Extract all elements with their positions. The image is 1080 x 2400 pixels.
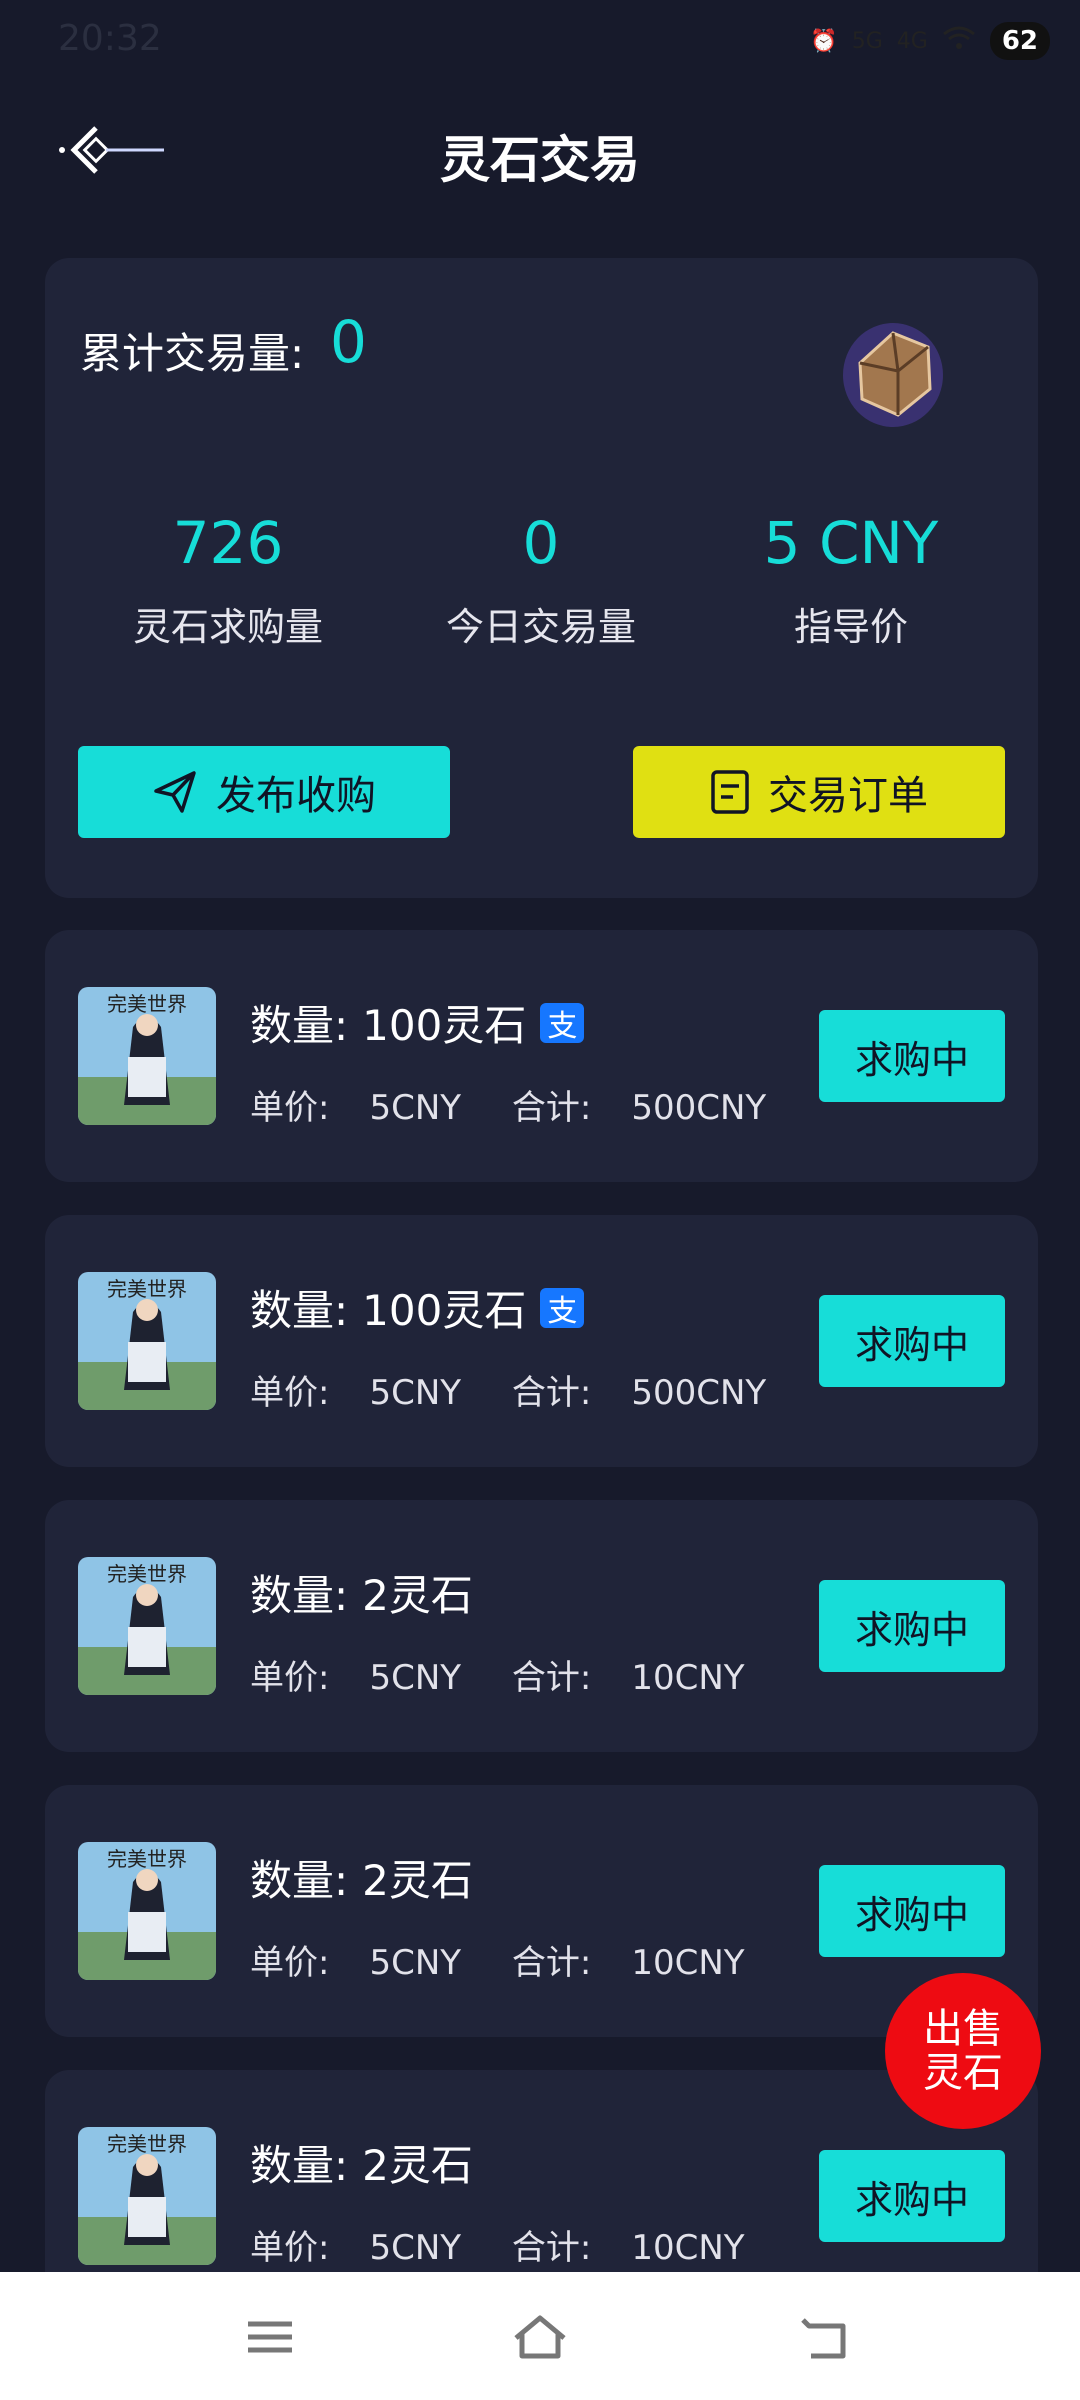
purchasing-status-button[interactable]: 求购中	[819, 1010, 1005, 1102]
stat-label: 指导价	[793, 605, 908, 649]
quantity: 数量: 2灵石	[250, 1847, 473, 1908]
quantity-value: 100灵石	[362, 1001, 527, 1050]
alipay-icon: 支	[540, 1002, 585, 1044]
total-volume-label: 累计交易量:	[80, 329, 305, 378]
status-bar: 20:32 ⏰ 5G 4G 62	[0, 0, 1080, 80]
total-label: 合计:	[511, 2228, 592, 2268]
stat-purchase-volume: 726 灵石求购量	[78, 508, 378, 651]
stat-label: 灵石求购量	[132, 605, 323, 649]
alarm-icon: ⏰	[810, 28, 838, 54]
unit-price-label: 单价:	[250, 1088, 330, 1128]
stat-today-volume: 0 今日交易量	[391, 508, 691, 651]
listing-row: 完美世界 数量: 2灵石 单价: 5CNY 合计: 10CNY 求购中	[45, 1500, 1038, 1752]
send-icon	[154, 771, 196, 813]
unit-price-value: 5CNY	[369, 1373, 462, 1413]
fab-line-2: 灵石	[923, 2050, 1003, 2096]
trade-orders-button[interactable]: 交易订单	[633, 746, 1005, 838]
back-nav-icon[interactable]	[795, 2312, 855, 2362]
total-value: 10CNY	[631, 1943, 745, 1983]
game-thumbnail: 完美世界	[78, 1842, 216, 1980]
total-label: 合计:	[511, 1088, 592, 1128]
publish-purchase-button[interactable]: 发布收购	[78, 746, 450, 838]
total-label: 合计:	[511, 1373, 592, 1413]
unit-price-label: 单价:	[250, 1373, 330, 1413]
svg-text:完美世界: 完美世界	[107, 2132, 187, 2156]
menu-icon[interactable]	[240, 2312, 300, 2362]
battery-badge: 62	[989, 22, 1050, 60]
total-value: 500CNY	[631, 1088, 767, 1128]
spirit-stone-icon	[843, 323, 943, 427]
total-label: 合计:	[511, 1658, 592, 1698]
total-label: 合计:	[511, 1943, 592, 1983]
listing-row: 完美世界 数量: 100灵石 支 单价: 5CNY 合计: 500CNY 求购中	[45, 1215, 1038, 1467]
price-line: 单价: 5CNY 合计: 500CNY	[250, 1080, 766, 1129]
quantity-label: 数量:	[250, 1571, 349, 1620]
unit-price-label: 单价:	[250, 1658, 330, 1698]
quantity-value: 2灵石	[362, 2141, 473, 2190]
network-5g-label: 5G	[851, 28, 883, 54]
trade-orders-label: 交易订单	[768, 773, 928, 819]
quantity-label: 数量:	[250, 1856, 349, 1905]
purchasing-status-button[interactable]: 求购中	[819, 2150, 1005, 2242]
quantity-label: 数量:	[250, 1286, 349, 1335]
quantity-value: 2灵石	[362, 1856, 473, 1905]
system-nav-bar	[0, 2272, 1080, 2400]
quantity: 数量: 100灵石 支	[250, 992, 585, 1053]
price-line: 单价: 5CNY 合计: 10CNY	[250, 1935, 745, 1984]
game-thumbnail: 完美世界	[78, 1272, 216, 1410]
summary-card: 累计交易量: 0 726 灵石求购量 0 今日交易量 5 CNY 指导价 发布收…	[45, 258, 1038, 898]
listing-row: 完美世界 数量: 2灵石 单价: 5CNY 合计: 10CNY 求购中	[45, 1785, 1038, 2037]
svg-text:完美世界: 完美世界	[107, 1562, 187, 1586]
total-value: 10CNY	[631, 1658, 745, 1698]
unit-price-value: 5CNY	[369, 1088, 462, 1128]
unit-price-label: 单价:	[250, 1943, 330, 1983]
quantity: 数量: 2灵石	[250, 1562, 473, 1623]
quantity-label: 数量:	[250, 2141, 349, 2190]
price-line: 单价: 5CNY 合计: 10CNY	[250, 2220, 745, 2269]
quantity: 数量: 2灵石	[250, 2132, 473, 2193]
sell-spirit-stone-button[interactable]: 出售 灵石	[885, 1973, 1041, 2129]
unit-price-label: 单价:	[250, 2228, 330, 2268]
quantity-value: 100灵石	[362, 1286, 527, 1335]
stat-value: 726	[172, 509, 284, 577]
quantity-value: 2灵石	[362, 1571, 473, 1620]
stat-value: 0	[522, 509, 560, 577]
home-icon[interactable]	[510, 2312, 570, 2362]
listing-row: 完美世界 数量: 100灵石 支 单价: 5CNY 合计: 500CNY 求购中	[45, 930, 1038, 1182]
alipay-icon: 支	[540, 1287, 585, 1329]
unit-price-value: 5CNY	[369, 1943, 462, 1983]
price-line: 单价: 5CNY 合计: 10CNY	[250, 1650, 745, 1699]
stat-value: 5 CNY	[763, 509, 939, 577]
document-icon	[711, 770, 749, 814]
purchasing-status-button[interactable]: 求购中	[819, 1865, 1005, 1957]
unit-price-value: 5CNY	[369, 2228, 462, 2268]
fab-line-1: 出售	[923, 2006, 1003, 2052]
game-thumbnail: 完美世界	[78, 987, 216, 1125]
stat-guide-price: 5 CNY 指导价	[701, 508, 1001, 651]
status-icons: ⏰ 5G 4G 62	[810, 22, 1050, 60]
publish-purchase-label: 发布收购	[216, 773, 376, 819]
quantity-label: 数量:	[250, 1001, 349, 1050]
price-line: 单价: 5CNY 合计: 500CNY	[250, 1365, 766, 1414]
status-time: 20:32	[58, 18, 162, 59]
unit-price-value: 5CNY	[369, 1658, 462, 1698]
purchasing-status-button[interactable]: 求购中	[819, 1580, 1005, 1672]
quantity: 数量: 100灵石 支	[250, 1277, 585, 1338]
total-value: 10CNY	[631, 2228, 745, 2268]
purchasing-status-button[interactable]: 求购中	[819, 1295, 1005, 1387]
game-thumbnail: 完美世界	[78, 1557, 216, 1695]
stat-label: 今日交易量	[445, 605, 636, 649]
wifi-icon	[942, 25, 976, 57]
total-volume-value: 0	[330, 308, 367, 376]
total-value: 500CNY	[631, 1373, 767, 1413]
svg-text:完美世界: 完美世界	[107, 1277, 187, 1301]
svg-text:完美世界: 完美世界	[107, 992, 187, 1016]
network-4g-label: 4G	[896, 28, 928, 54]
svg-text:完美世界: 完美世界	[107, 1847, 187, 1871]
game-thumbnail: 完美世界	[78, 2127, 216, 2265]
header: 灵石交易	[0, 100, 1080, 210]
page-title: 灵石交易	[440, 131, 640, 189]
